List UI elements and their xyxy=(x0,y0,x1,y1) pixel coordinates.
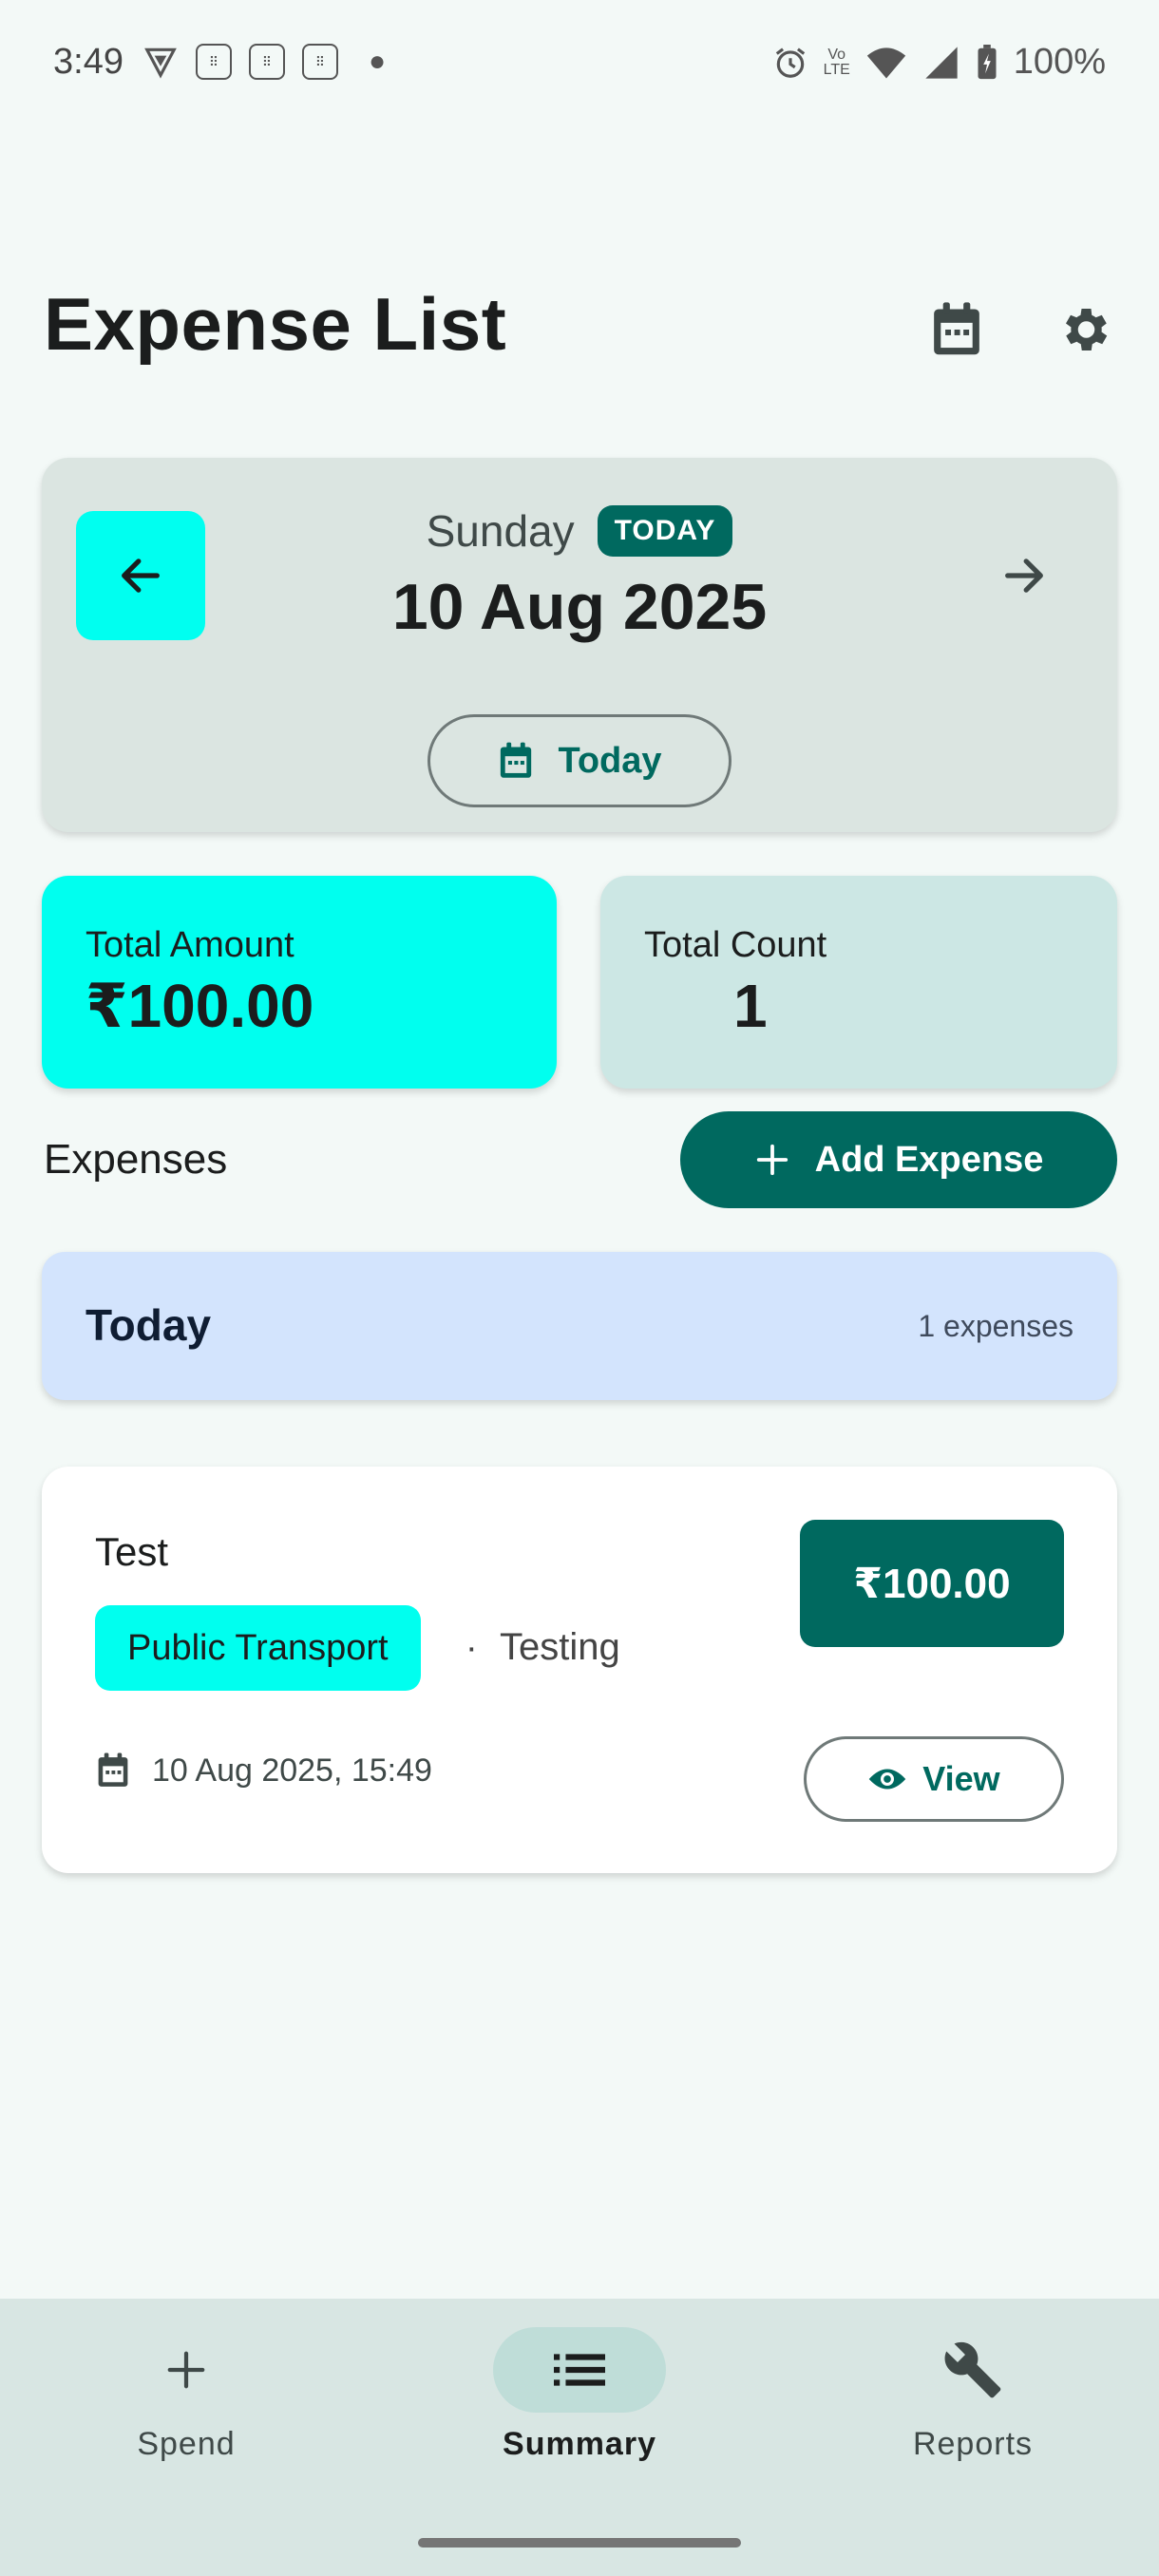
weekday-label: Sunday xyxy=(426,506,575,556)
signal-icon xyxy=(922,45,960,81)
weekday-row: Sunday TODAY xyxy=(42,505,1117,557)
total-count-card: Total Count 1 xyxy=(600,876,1117,1089)
next-day-button[interactable] xyxy=(960,511,1089,640)
calendar-button[interactable] xyxy=(914,287,999,372)
eye-icon xyxy=(867,1765,907,1793)
view-label: View xyxy=(922,1759,1000,1798)
total-amount-value: ₹100.00 xyxy=(86,972,314,1040)
separator-dot: · xyxy=(466,1628,478,1668)
selected-date: 10 Aug 2025 xyxy=(391,571,768,643)
more-dot-icon: ● xyxy=(369,46,387,77)
status-time: 3:49 xyxy=(53,42,124,82)
plus-icon xyxy=(164,2348,208,2392)
calendar-icon xyxy=(929,300,984,359)
today-badge: TODAY xyxy=(597,505,733,557)
total-count-value: 1 xyxy=(733,972,768,1040)
nav-item-reports[interactable]: Reports xyxy=(849,2327,1096,2463)
expenses-section-title: Expenses xyxy=(44,1136,228,1183)
total-amount-label: Total Amount xyxy=(86,925,294,965)
wrench-icon xyxy=(942,2339,1003,2400)
list-icon xyxy=(554,2351,605,2389)
nav-label-reports: Reports xyxy=(912,2426,1034,2462)
expense-item-card[interactable]: Test Public Transport · Testing ₹100.00 … xyxy=(42,1467,1117,1873)
go-to-today-label: Today xyxy=(558,740,662,781)
arrow-right-icon xyxy=(999,551,1049,600)
status-notification-icons: ⠿ ⠿ ⠿ ● xyxy=(142,44,386,80)
app-notification-icon: ⠿ xyxy=(249,44,285,80)
category-chip: Public Transport xyxy=(95,1605,421,1691)
status-system-icons: Vo LTE 100% xyxy=(772,42,1106,83)
expense-note: Testing xyxy=(500,1626,620,1668)
calendar-icon xyxy=(497,741,535,781)
date-navigator-card: Sunday TODAY 10 Aug 2025 Today xyxy=(42,458,1117,832)
nav-pill xyxy=(100,2327,273,2413)
app-notification-icon: ⠿ xyxy=(196,44,232,80)
nav-item-summary[interactable]: Summary xyxy=(456,2327,703,2463)
group-count: 1 expenses xyxy=(918,1309,1074,1343)
total-count-label: Total Count xyxy=(644,925,827,965)
nav-pill-active xyxy=(493,2327,666,2413)
calendar-icon xyxy=(95,1752,131,1790)
total-amount-card: Total Amount ₹100.00 xyxy=(42,876,557,1089)
nav-label-spend: Spend xyxy=(137,2426,236,2462)
expense-amount: ₹100.00 xyxy=(800,1520,1064,1647)
home-indicator[interactable] xyxy=(418,2538,741,2548)
add-expense-button[interactable]: Add Expense xyxy=(680,1111,1117,1208)
go-to-today-button[interactable]: Today xyxy=(428,714,732,807)
alarm-icon xyxy=(772,45,808,81)
group-title: Today xyxy=(86,1300,212,1350)
bottom-navigation: Spend Summary Reports xyxy=(0,2299,1159,2576)
battery-icon xyxy=(976,44,998,81)
wifi-icon xyxy=(865,45,907,81)
nav-pill xyxy=(886,2327,1059,2413)
battery-percent: 100% xyxy=(1013,42,1106,82)
add-expense-label: Add Expense xyxy=(814,1139,1044,1180)
page-title: Expense List xyxy=(44,282,507,366)
expense-datetime-row: 10 Aug 2025, 15:49 xyxy=(95,1752,432,1790)
nav-item-spend[interactable]: Spend xyxy=(63,2327,310,2463)
plus-icon xyxy=(754,1142,790,1178)
expense-datetime: 10 Aug 2025, 15:49 xyxy=(152,1752,432,1789)
gear-icon xyxy=(1055,301,1112,358)
expense-group-header[interactable]: Today 1 expenses xyxy=(42,1252,1117,1400)
app-notification-icon: ⠿ xyxy=(302,44,338,80)
nav-label-summary: Summary xyxy=(503,2426,656,2462)
expense-title: Test xyxy=(95,1529,169,1574)
vpn-icon xyxy=(142,44,179,80)
settings-button[interactable] xyxy=(1041,287,1127,372)
volte-icon: Vo LTE xyxy=(823,46,850,78)
view-expense-button[interactable]: View xyxy=(804,1736,1064,1822)
